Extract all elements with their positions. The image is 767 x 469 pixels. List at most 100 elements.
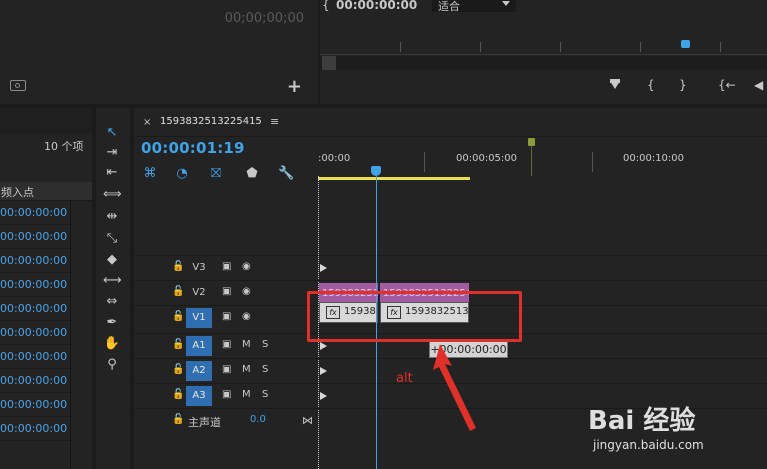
scroll-thumb[interactable] xyxy=(322,56,336,70)
program-playhead[interactable] xyxy=(681,40,690,48)
scrollbar-track[interactable] xyxy=(70,200,71,469)
film-icon[interactable]: ▣ xyxy=(222,339,231,350)
track-name[interactable]: V2 xyxy=(186,283,212,303)
program-timecode[interactable]: 00:00:00:00 xyxy=(336,0,417,12)
mute-button[interactable]: M xyxy=(242,339,251,350)
master-volume[interactable]: 0.0 xyxy=(250,414,266,425)
ruler-tick xyxy=(480,42,481,52)
add-button-icon[interactable]: + xyxy=(287,76,302,97)
solo-button[interactable]: S xyxy=(262,389,268,400)
lock-icon[interactable]: 🔓 xyxy=(172,339,184,350)
list-item[interactable]: 00:00:00:00 xyxy=(0,225,70,249)
go-to-end-icon[interactable]: ⋈ xyxy=(302,414,313,427)
track-start-arrow-icon xyxy=(320,367,327,375)
tab-sequence[interactable]: 1593832513225415 xyxy=(160,116,262,127)
eye-icon[interactable]: ◉ xyxy=(242,311,251,322)
solo-button[interactable]: S xyxy=(262,364,268,375)
in-point: 00:00:00:00 xyxy=(0,398,68,411)
track-name[interactable]: V1 xyxy=(186,308,212,328)
lock-icon[interactable]: 🔓 xyxy=(172,414,184,425)
lock-icon[interactable]: 🔓 xyxy=(172,311,184,322)
camera-icon[interactable] xyxy=(10,80,26,91)
source-monitor: 00;00;00;00 + xyxy=(0,0,318,104)
track-name[interactable]: A3 xyxy=(186,386,212,406)
project-tab-header[interactable] xyxy=(0,108,92,134)
ruler-tick xyxy=(560,42,561,52)
panel-menu-icon[interactable]: ≡ xyxy=(270,115,279,128)
mute-button[interactable]: M xyxy=(242,389,251,400)
list-item[interactable]: 00:00:00:00 xyxy=(0,201,70,225)
film-icon[interactable]: ▣ xyxy=(222,364,231,375)
mark-out-button[interactable]: } xyxy=(679,78,687,92)
step-back-button[interactable]: ◀ xyxy=(754,78,763,92)
item-count: 10 个项 xyxy=(44,140,84,153)
go-to-in-button[interactable]: {← xyxy=(718,78,736,92)
marker-icon[interactable]: ⬟ xyxy=(244,166,260,182)
slide-tool-icon[interactable]: ⇔ xyxy=(103,293,121,311)
lock-icon[interactable]: 🔓 xyxy=(172,364,184,375)
track-name[interactable]: V3 xyxy=(186,258,212,278)
in-point: 00:00:00:00 xyxy=(0,302,68,315)
list-item[interactable]: 00:00:00:00 xyxy=(0,393,70,417)
mute-button[interactable]: M xyxy=(242,364,251,375)
list-item[interactable]: 00:00:00:00 xyxy=(0,249,70,273)
lock-icon[interactable]: 🔓 xyxy=(172,286,184,297)
rate-stretch-tool-icon[interactable]: ⤡ xyxy=(103,230,121,248)
track-select-tool-icon[interactable]: ⇥ xyxy=(103,144,121,162)
slip-tool-icon[interactable]: ⟷ xyxy=(103,272,122,290)
playhead[interactable] xyxy=(371,166,381,176)
in-point: 00:00:00:00 xyxy=(0,278,68,291)
program-scrollbar[interactable] xyxy=(320,56,767,70)
highlight-box xyxy=(307,291,522,342)
list-item[interactable]: 00:00:00:00 xyxy=(0,297,70,321)
list-item[interactable]: 00:00:00:00 xyxy=(0,273,70,297)
list-item[interactable]: 00:00:00:00 xyxy=(0,417,70,441)
zoom-tool-icon[interactable]: ⚲ xyxy=(103,356,121,374)
chevron-down-icon xyxy=(502,1,510,6)
column-header[interactable]: 频入点 xyxy=(0,182,92,201)
eye-icon[interactable]: ◉ xyxy=(242,286,251,297)
list-item[interactable]: 00:00:00:00 xyxy=(0,369,70,393)
mark-in-button[interactable]: { xyxy=(647,78,655,92)
wrench-icon[interactable]: 🔧 xyxy=(278,166,294,182)
in-point: 00:00:00:00 xyxy=(0,350,68,363)
program-ruler[interactable] xyxy=(320,42,767,55)
add-marker-icon[interactable]: ⛝ xyxy=(208,166,224,182)
work-area-bar[interactable] xyxy=(318,177,470,180)
track-v3[interactable]: 🔓 V3 ▣ ◉ xyxy=(134,255,767,280)
marker[interactable] xyxy=(528,138,535,146)
hand-tool-icon[interactable]: ✋ xyxy=(103,335,121,353)
program-monitor: { 00:00:00:00 适合 { } {← ◀ xyxy=(320,0,767,104)
annotation-arrow xyxy=(433,344,476,431)
timeline-timecode[interactable]: 00:00:01:19 xyxy=(141,139,245,157)
rolling-edit-tool-icon[interactable]: ⇹ xyxy=(103,208,121,226)
watermark-url: jingyan.baidu.com xyxy=(593,438,704,452)
list-item[interactable]: 00:00:00:00 xyxy=(0,345,70,369)
track-select-backward-icon[interactable]: ⇤ xyxy=(103,164,121,182)
ruler-tick xyxy=(640,42,641,52)
ruler-tick xyxy=(592,152,593,172)
track-name[interactable]: A2 xyxy=(186,361,212,381)
list-item[interactable]: 00:00:00:00 xyxy=(0,321,70,345)
film-icon[interactable]: ▣ xyxy=(222,311,231,322)
lock-icon[interactable]: 🔓 xyxy=(172,261,184,272)
film-icon[interactable]: ▣ xyxy=(222,286,231,297)
lock-icon[interactable]: 🔓 xyxy=(172,389,184,400)
track-name[interactable]: A1 xyxy=(186,336,212,356)
film-icon[interactable]: ▣ xyxy=(222,261,231,272)
in-point: 00:00:00:00 xyxy=(0,326,68,339)
linked-selection-icon[interactable]: ◔ xyxy=(174,166,190,182)
source-timecode[interactable]: 00;00;00;00 xyxy=(225,11,304,26)
pen-tool-icon[interactable]: ✒ xyxy=(103,314,121,332)
fit-label: 适合 xyxy=(438,0,460,13)
add-marker-icon[interactable] xyxy=(610,79,620,89)
selection-tool-icon[interactable]: ↖ xyxy=(103,124,121,142)
solo-button[interactable]: S xyxy=(262,339,268,350)
razor-tool-icon[interactable]: ◆ xyxy=(103,251,121,269)
eye-icon[interactable]: ◉ xyxy=(242,261,251,272)
close-icon[interactable]: × xyxy=(143,117,151,128)
ripple-edit-tool-icon[interactable]: ⟺ xyxy=(103,186,122,204)
snap-icon[interactable]: ⌘ xyxy=(142,166,158,182)
fit-dropdown[interactable]: 适合 xyxy=(432,0,516,13)
film-icon[interactable]: ▣ xyxy=(222,389,231,400)
